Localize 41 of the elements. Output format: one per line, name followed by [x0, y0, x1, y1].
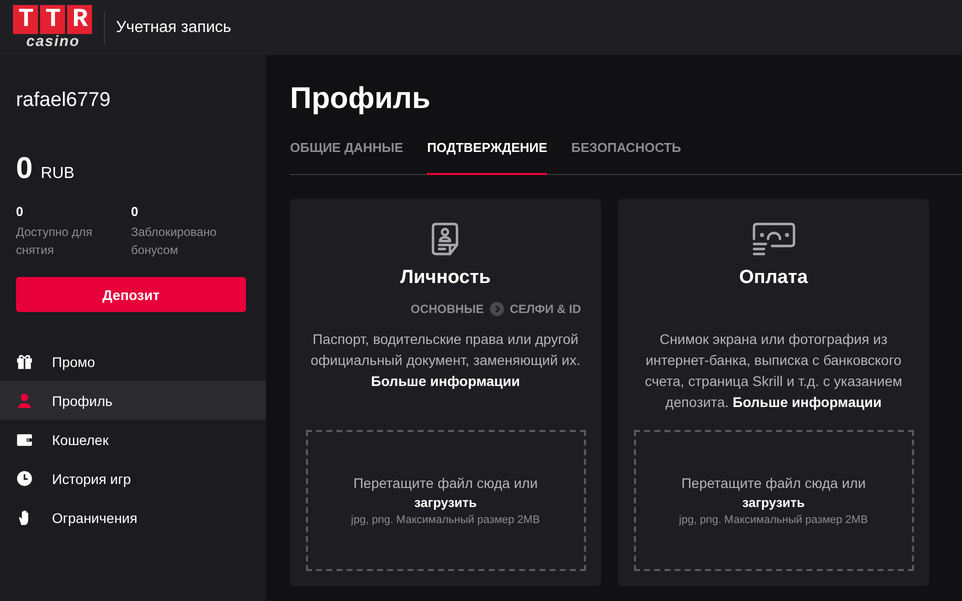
step-label: ОСНОВНЫЕ	[410, 302, 484, 316]
upload-dropzone[interactable]: Перетащите файл сюда или загрузить jpg, png. Максимальный размер 2MB	[306, 430, 586, 571]
logo-subtitle: casino	[26, 34, 80, 50]
gift-icon	[16, 353, 33, 370]
sidebar-item[interactable]: Профиль	[0, 381, 266, 420]
stat-value: 0	[16, 204, 24, 219]
sidebar-item[interactable]: Промо	[0, 342, 266, 381]
deposit-button[interactable]: Депозит	[16, 277, 246, 312]
sidebar-item[interactable]: История игр	[0, 459, 266, 498]
card-title: Личность	[400, 267, 491, 289]
stat-label: Доступно для снятия	[16, 224, 94, 259]
upload-link[interactable]: загрузить	[742, 495, 805, 510]
sidebar-item[interactable]: Ограничения	[0, 498, 266, 537]
clock-icon	[16, 470, 33, 487]
tab[interactable]: БЕЗОПАСНОСТЬ	[571, 128, 682, 175]
card-description: Снимок экрана или фотография из интернет-банка, выписка с банковского счета, страница Skrill и т.д. с указанием депозита. Больше информации	[644, 330, 904, 412]
chevron-icon	[490, 302, 504, 316]
upload-text: Перетащите файл сюда или	[353, 475, 538, 491]
upload-hint: jpg, png. Максимальный размер 2MB	[679, 514, 868, 526]
tab[interactable]: ОБЩИЕ ДАННЫЕ	[290, 128, 404, 175]
upload-text: Перетащите файл сюда или	[681, 475, 866, 491]
tab[interactable]: ПОДТВЕРЖДЕНИЕ	[427, 128, 548, 175]
upload-dropzone[interactable]: Перетащите файл сюда или загрузить jpg, png. Максимальный размер 2MB	[634, 430, 914, 571]
step-label: СЕЛФИ & ID	[510, 302, 581, 316]
card-title: Оплата	[739, 267, 808, 289]
more-info-link[interactable]: Больше информации	[732, 394, 882, 410]
stat-value: 0	[131, 204, 140, 219]
username: rafael6779	[15, 88, 112, 112]
stat-label: Заблокировано бонусом	[131, 224, 218, 259]
balance-amount: 0	[16, 152, 33, 186]
profile-heading: Профиль	[290, 81, 432, 116]
sidebar-item[interactable]: Кошелек	[0, 420, 266, 459]
wallet-icon	[16, 431, 33, 448]
person-icon	[16, 392, 33, 409]
card-description: Паспорт, водительские права или другой официальный документ, заменяющий их. Больше информации	[310, 330, 582, 391]
balance-currency: RUB	[40, 165, 74, 183]
page-title: Учетная запись	[116, 18, 232, 36]
upload-hint: jpg, png. Максимальный размер 2MB	[351, 514, 540, 526]
payment-screenshot-icon	[752, 221, 796, 257]
upload-link[interactable]: загрузить	[414, 495, 477, 510]
more-info-link[interactable]: Больше информации	[371, 373, 520, 389]
